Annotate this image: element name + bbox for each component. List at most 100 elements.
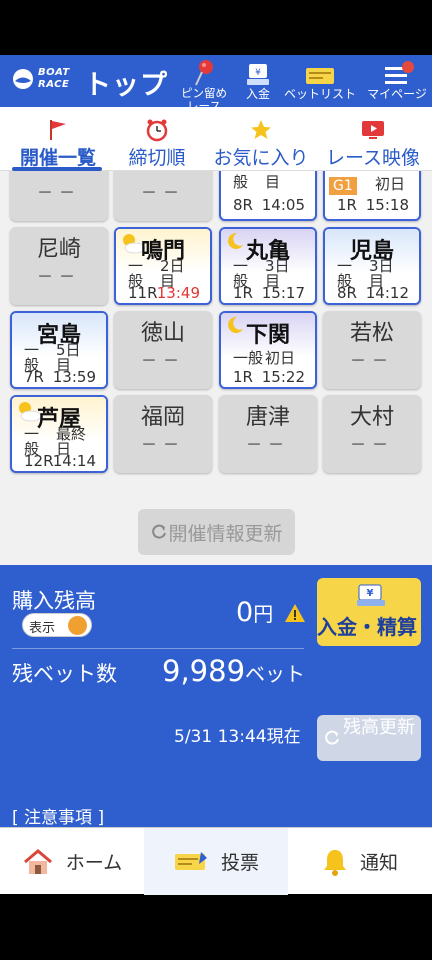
- nav-notifications[interactable]: 通知: [288, 828, 432, 895]
- bet-list-icon: [284, 59, 356, 87]
- refresh-events-button[interactable]: 開催情報更新: [138, 509, 295, 555]
- refresh-events-label: 開催情報更新: [168, 522, 283, 545]
- nav-vote-label: 投票: [220, 852, 259, 874]
- venue-name: 下関: [245, 323, 290, 348]
- toggle-label: 表示: [29, 621, 56, 636]
- venue-card-miyajima[interactable]: 宮島 一般 5日目 7R 13:59: [10, 311, 108, 389]
- app-header: BOAT RACE トップ ピン留め レース ¥ 入金 ベットリスト マイページ: [0, 55, 432, 113]
- notes-link[interactable]: [ 注意事項 ]: [12, 803, 104, 828]
- remaining-bets-unit: ベット: [245, 662, 306, 686]
- svg-text:¥: ¥: [255, 68, 261, 78]
- tab-event-list[interactable]: 開催一覧: [12, 117, 104, 170]
- refresh-icon: [325, 730, 339, 745]
- venue-card-fukuoka[interactable]: 福岡 －－: [114, 395, 212, 473]
- venue-card-karatsu[interactable]: 唐津 －－: [219, 395, 317, 473]
- home-icon: [23, 848, 52, 874]
- nav-home-label: ホーム: [65, 852, 123, 874]
- vote-ticket-icon: [174, 851, 207, 870]
- deposit-settle-button[interactable]: ¥ 入金・精算: [317, 578, 421, 646]
- pinned-races-button[interactable]: ピン留め レース: [176, 59, 232, 113]
- deposit-settle-label: 入金・精算: [317, 615, 417, 639]
- svg-text:¥: ¥: [367, 588, 374, 599]
- balance-amount: 0円: [236, 597, 273, 628]
- venue-card-omura[interactable]: 大村 －－: [323, 395, 421, 473]
- remaining-bets-value: 9,989ベット: [162, 654, 305, 688]
- venue-time: 13:59: [52, 368, 96, 386]
- venue-day: 初日: [375, 175, 406, 193]
- venue-card[interactable]: 般 2日 目 8R 14:05: [219, 171, 317, 221]
- venue-status: －－: [140, 183, 185, 202]
- venue-card-marugame[interactable]: 丸亀 一般 3日目 1R 15:17: [219, 227, 317, 305]
- nav-home[interactable]: ホーム: [0, 828, 144, 895]
- venue-status: －－: [36, 183, 81, 202]
- bet-list-label: ベットリスト: [284, 87, 357, 101]
- venue-race: 7R: [24, 368, 44, 386]
- venue-race: 8R: [233, 196, 253, 214]
- venue-status: －－: [140, 435, 185, 454]
- balance-amount-value: 0: [236, 597, 254, 628]
- venue-name: 尼崎: [36, 237, 81, 262]
- remaining-bets-label: 残ベット数: [12, 662, 117, 686]
- refresh-balance-label: 残高更新: [343, 717, 415, 738]
- venue-race: 1R: [233, 284, 253, 302]
- venue-grade: 般: [233, 173, 249, 191]
- grade-badge: G1: [329, 177, 357, 195]
- venue-name: 徳山: [140, 321, 185, 346]
- nav-vote[interactable]: 投票: [144, 828, 288, 895]
- balance-divider: [12, 648, 304, 649]
- my-page-button[interactable]: マイページ: [364, 59, 430, 105]
- venue-race: 8R: [337, 284, 357, 302]
- refresh-icon: [152, 524, 167, 539]
- venue-time: 13:49: [156, 284, 200, 302]
- venue-name: 若松: [349, 321, 394, 346]
- venue-day: 初日: [265, 349, 296, 367]
- bottom-nav: ホーム 投票 通知: [0, 827, 432, 895]
- venue-time: 15:22: [261, 368, 305, 386]
- venue-time: 14:05: [261, 196, 305, 214]
- venue-time: 15:17: [261, 284, 305, 302]
- deposit-header-button[interactable]: ¥ 入金: [240, 59, 276, 105]
- venue-card-wakamatsu[interactable]: 若松 －－: [323, 311, 421, 389]
- venue-card[interactable]: －－: [114, 171, 212, 221]
- balance-amount-unit: 円: [253, 602, 274, 626]
- venue-name: 大村: [349, 405, 394, 430]
- venue-card[interactable]: G1 初日 1R 15:18: [323, 171, 421, 221]
- venue-card-amagasaki[interactable]: 尼崎 －－: [10, 227, 108, 305]
- venue-race: 11R: [128, 284, 158, 302]
- venue-time: 14:12: [365, 284, 409, 302]
- venue-name: 福岡: [140, 405, 185, 430]
- venue-card-naruto[interactable]: 鳴門 一般 2日目 11R 13:49: [114, 227, 212, 305]
- tab-deadline-order[interactable]: 締切順: [120, 117, 194, 170]
- toggle-knob: [68, 616, 87, 635]
- menu-icon: [364, 59, 430, 87]
- tab-favorites[interactable]: お気に入り: [208, 117, 314, 170]
- balance-display-toggle[interactable]: 表示: [22, 613, 92, 637]
- venue-race: 1R: [337, 196, 357, 214]
- deposit-icon: ¥: [357, 584, 385, 606]
- tab-deadline-order-label: 締切順: [128, 147, 186, 169]
- logo-text-line2: RACE: [38, 79, 70, 90]
- tab-race-video[interactable]: レース映像: [322, 117, 424, 170]
- venue-card-shimonoseki[interactable]: 下関 一般 初日 1R 15:22: [219, 311, 317, 389]
- venue-status: －－: [349, 435, 394, 454]
- tab-event-list-label: 開催一覧: [19, 147, 96, 169]
- warning-icon[interactable]: [284, 603, 306, 623]
- balance-timestamp: 5/31 13:44現在: [174, 727, 301, 747]
- refresh-balance-button[interactable]: 残高更新: [317, 715, 421, 761]
- venue-card-ashiya[interactable]: 芦屋 一般 最終日 12R 14:14: [10, 395, 108, 473]
- screen: BOAT RACE トップ ピン留め レース ¥ 入金 ベットリスト マイページ…: [0, 0, 432, 960]
- bet-list-button[interactable]: ベットリスト: [284, 59, 356, 105]
- venue-card-tokuyama[interactable]: 徳山 －－: [114, 311, 212, 389]
- video-icon: [322, 117, 424, 143]
- venue-day-suffix: 目: [265, 173, 281, 191]
- boat-race-logo[interactable]: BOAT RACE: [10, 65, 72, 97]
- venue-card-kojima[interactable]: 児島 一般 3日目 8R 14:12: [323, 227, 421, 305]
- star-icon: [208, 117, 314, 143]
- balance-title: 購入残高: [12, 589, 96, 613]
- flag-icon: [12, 117, 104, 143]
- tab-bar: 開催一覧 締切順 お気に入り レース映像: [0, 107, 432, 171]
- venue-card[interactable]: －－: [10, 171, 108, 221]
- remaining-bets-number: 9,989: [162, 654, 246, 688]
- pin-icon: [176, 59, 232, 87]
- boat-icon: [13, 69, 33, 89]
